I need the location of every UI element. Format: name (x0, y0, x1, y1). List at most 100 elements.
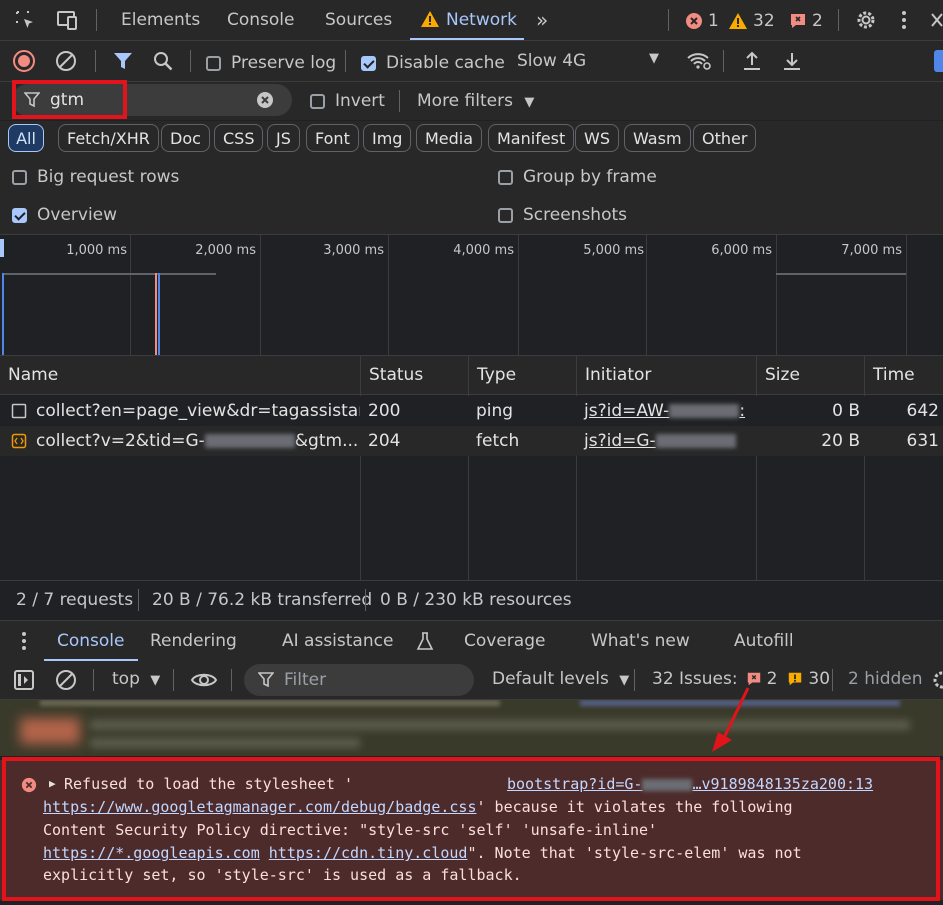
type-filter-wasm[interactable]: Wasm (624, 124, 691, 152)
transferred-size: 20 B / 76.2 kB transferred (152, 590, 373, 610)
network-overview-timeline[interactable]: 1,000 ms 2,000 ms 3,000 ms 4,000 ms 5,00… (0, 234, 943, 355)
disable-cache-option[interactable]: Disable cache (361, 53, 505, 73)
tab-network-active[interactable]: Network (410, 0, 524, 40)
tick-label: 6,000 ms (711, 243, 772, 258)
initiator-link[interactable]: js?id=G- (584, 431, 656, 451)
drawer-tab-coverage[interactable]: Coverage (464, 621, 545, 661)
drawer-menu-kebab-icon[interactable] (20, 630, 28, 652)
console-filter-box[interactable]: Filter (244, 664, 474, 696)
invert-checkbox[interactable] (310, 93, 325, 109)
big-request-rows-option[interactable]: Big request rows (12, 167, 179, 187)
type-filter-media[interactable]: Media (416, 124, 483, 152)
drawer-tab-ai-assistance[interactable]: AI assistance (282, 621, 393, 661)
invert-option[interactable]: Invert (310, 91, 385, 111)
type-filter-css[interactable]: CSS (214, 124, 264, 152)
screenshots-checkbox[interactable] (498, 207, 513, 223)
column-status[interactable]: Status (360, 356, 468, 394)
issues-count-badge[interactable]: 2 (789, 11, 823, 31)
type-filter-manifest[interactable]: Manifest (488, 124, 575, 152)
tick-label: 4,000 ms (453, 243, 514, 258)
console-filter-input[interactable]: Filter (284, 670, 326, 690)
export-har-download-icon[interactable] (781, 50, 803, 72)
settings-gear-icon[interactable] (855, 9, 877, 31)
throttling-value: Slow 4G (517, 51, 587, 71)
divider (173, 669, 174, 691)
tab-elements[interactable]: Elements (121, 0, 200, 40)
group-by-frame-option[interactable]: Group by frame (498, 167, 657, 187)
console-toolbar: top ▼ Filter Default levels ▼ 32 Issues:… (0, 661, 943, 700)
initiator-link[interactable]: js?id=AW- (584, 401, 669, 421)
overview-option[interactable]: Overview (12, 205, 117, 225)
timeline-handle[interactable] (0, 239, 4, 257)
group-by-frame-checkbox[interactable] (498, 169, 513, 185)
divider (399, 90, 400, 112)
preserve-log-checkbox[interactable] (206, 55, 221, 71)
big-request-rows-checkbox[interactable] (12, 169, 27, 185)
record-stop-icon[interactable] (13, 50, 35, 72)
more-options-kebab-icon[interactable] (900, 9, 908, 31)
request-name[interactable]: collect?en=page_view&dr=tagassistan... (28, 396, 360, 426)
toggle-sidebar-icon[interactable] (13, 669, 35, 691)
overview-checkbox[interactable] (12, 207, 27, 223)
network-conditions-wifi-icon[interactable] (686, 50, 712, 72)
column-size[interactable]: Size (756, 356, 864, 394)
type-filter-other[interactable]: Other (693, 124, 757, 152)
context-selector[interactable]: top ▼ (112, 669, 160, 689)
type-filter-fetch-xhr[interactable]: Fetch/XHR (58, 124, 159, 152)
drawer-tab-whats-new[interactable]: What's new (591, 621, 690, 661)
network-toolbar: Preserve log Disable cache Slow 4G ▼ (0, 41, 943, 82)
clear-filter-icon[interactable] (256, 91, 274, 109)
console-settings-gear-icon[interactable] (931, 669, 943, 691)
request-name[interactable]: collect?v=2&tid=G- &gtm... (28, 426, 360, 456)
tab-console[interactable]: Console (227, 0, 295, 40)
issues-warning-count: 30 (808, 669, 831, 689)
type-filter-all[interactable]: All (8, 124, 44, 152)
network-summary-bar: 2 / 7 requests 20 B / 76.2 kB transferre… (0, 580, 943, 619)
column-type[interactable]: Type (468, 356, 576, 394)
drawer-tab-rendering[interactable]: Rendering (150, 621, 237, 661)
column-time[interactable]: Time (864, 356, 943, 394)
network-settings-gear-icon[interactable] (934, 50, 943, 72)
context-value: top (112, 669, 140, 689)
search-icon[interactable] (152, 50, 174, 72)
screenshots-option[interactable]: Screenshots (498, 205, 627, 225)
device-toolbar-icon[interactable] (55, 9, 79, 31)
type-filter-img[interactable]: Img (363, 124, 412, 152)
request-type: ping (476, 401, 514, 421)
preserve-log-option[interactable]: Preserve log (206, 53, 336, 73)
type-filter-ws[interactable]: WS (575, 124, 619, 152)
warning-count-badge[interactable]: 32 (728, 11, 775, 31)
live-expression-eye-icon[interactable] (190, 669, 218, 691)
table-row[interactable]: collect?en=page_view&dr=tagassistan... 2… (0, 396, 943, 426)
import-har-upload-icon[interactable] (741, 50, 763, 72)
table-row[interactable]: collect?v=2&tid=G- &gtm... 204 fetch js?i… (0, 426, 943, 456)
drawer-tab-console[interactable]: Console (44, 621, 138, 661)
divider (668, 9, 669, 31)
throttling-select[interactable]: Slow 4G ▼ (517, 51, 667, 71)
request-size: 0 B (832, 401, 860, 421)
column-name[interactable]: Name (0, 356, 360, 394)
inspect-element-icon[interactable] (14, 9, 36, 31)
tab-network[interactable]: Network (446, 0, 517, 40)
type-filter-font[interactable]: Font (306, 124, 359, 152)
request-initiator[interactable]: js?id=G- (576, 426, 756, 456)
more-tabs-chevron-icon[interactable]: » (536, 0, 548, 40)
initiator-link-end: : (739, 401, 746, 421)
clear-console-icon[interactable] (55, 669, 77, 691)
column-initiator[interactable]: Initiator (576, 356, 756, 394)
log-levels-dropdown[interactable]: Default levels ▼ (492, 669, 629, 689)
error-count-badge[interactable]: 1 (685, 11, 719, 31)
close-devtools-icon[interactable] (930, 10, 943, 30)
drawer-tab-autofill[interactable]: Autofill (734, 621, 794, 661)
type-filter-js[interactable]: JS (267, 124, 300, 152)
type-filter-doc[interactable]: Doc (161, 124, 210, 152)
more-filters-dropdown[interactable]: More filters ▼ (417, 91, 534, 111)
fetch-icon (11, 433, 27, 449)
issue-warning-icon (789, 672, 802, 686)
request-initiator[interactable]: js?id=AW-: (576, 396, 756, 426)
tab-sources[interactable]: Sources (325, 0, 392, 40)
redacted-text (20, 718, 80, 744)
filter-funnel-icon[interactable] (112, 50, 134, 72)
clear-icon[interactable] (55, 50, 77, 72)
disable-cache-checkbox[interactable] (361, 55, 376, 71)
